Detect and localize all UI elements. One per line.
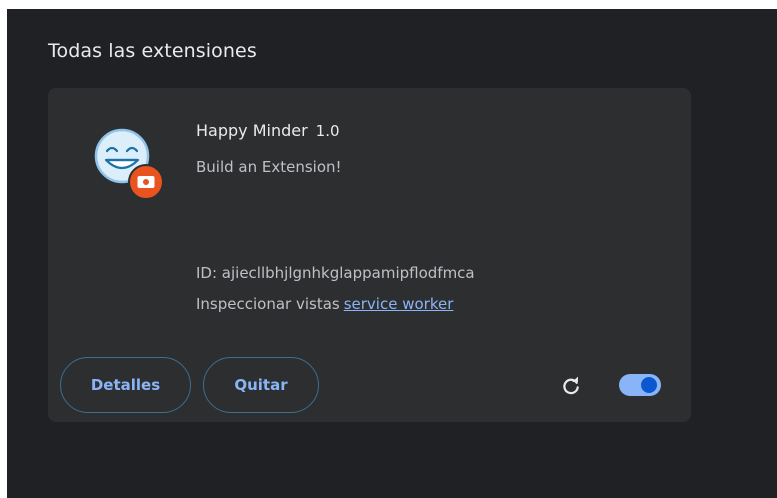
inspect-views: Inspeccionar vistas service worker (196, 295, 453, 313)
inspect-views-label: Inspeccionar vistas (196, 295, 340, 313)
happy-face-icon (94, 128, 164, 200)
remove-button[interactable]: Quitar (203, 357, 319, 413)
unpacked-extension-icon (128, 164, 164, 200)
reload-button[interactable] (558, 373, 584, 399)
extension-enable-toggle[interactable] (619, 374, 661, 396)
extension-version: 1.0 (315, 122, 340, 140)
extension-icon (90, 124, 170, 204)
extensions-page: Todas las extensiones Happy Minder 1.0 B… (7, 9, 777, 498)
service-worker-link[interactable]: service worker (344, 295, 454, 313)
extension-name-line: Happy Minder 1.0 (196, 121, 340, 140)
reload-icon (563, 376, 579, 395)
toggle-knob (641, 377, 657, 393)
section-title: Todas las extensiones (48, 40, 257, 62)
extension-name: Happy Minder (196, 121, 308, 140)
extension-id: ID: ajiecllbhjlgnhkglappamipflodfmca (196, 264, 475, 282)
extension-card: Happy Minder 1.0 Build an Extension! ID: … (48, 88, 691, 422)
extension-description: Build an Extension! (196, 158, 342, 176)
details-button[interactable]: Detalles (60, 357, 191, 413)
